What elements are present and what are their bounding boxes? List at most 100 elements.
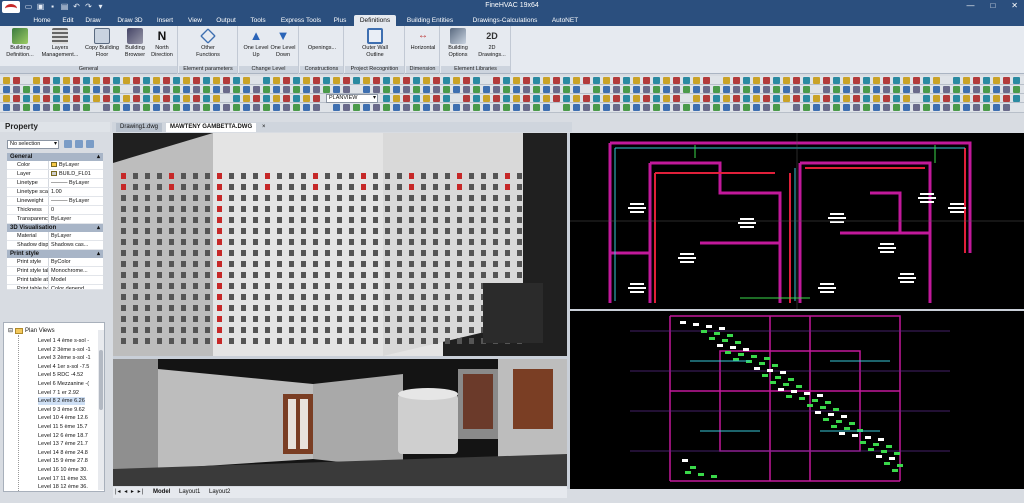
- toolbar-tool-icon[interactable]: [283, 95, 290, 102]
- toolbar-tool-icon[interactable]: [843, 86, 850, 93]
- toolbar-tool-icon[interactable]: [823, 77, 830, 84]
- tree-item-level[interactable]: Level 5 RDC -4.52: [38, 371, 83, 379]
- toolbar-tool-icon[interactable]: [393, 86, 400, 93]
- toolbar-tool-icon[interactable]: [143, 86, 150, 93]
- toolbar-tool-icon[interactable]: [733, 86, 740, 93]
- toolbar-tool-icon[interactable]: [453, 86, 460, 93]
- viewport-floor-plan[interactable]: [570, 133, 1024, 309]
- toolbar-tool-icon[interactable]: [523, 86, 530, 93]
- toolbar-tool-icon[interactable]: [333, 104, 340, 111]
- toolbar-tool-icon[interactable]: [853, 86, 860, 93]
- tree-item-level[interactable]: Level 18 12 ème 36.: [38, 483, 88, 491]
- tab-draw-3d[interactable]: Draw 3D: [113, 15, 147, 26]
- toolbar-tool-icon[interactable]: [53, 95, 60, 102]
- toolbar-tool-icon[interactable]: [493, 104, 500, 111]
- toolbar-tool-icon[interactable]: [483, 86, 490, 93]
- toolbar-tool-icon[interactable]: [503, 86, 510, 93]
- toolbar-tool-icon[interactable]: [113, 104, 120, 111]
- toolbar-tool-icon[interactable]: [933, 95, 940, 102]
- tree-item-level[interactable]: Level 9 3 ème 9.62: [38, 406, 85, 414]
- close-button[interactable]: ✕: [1011, 1, 1018, 10]
- toolbar-tool-icon[interactable]: [203, 77, 210, 84]
- toolbar-tool-icon[interactable]: [933, 77, 940, 84]
- toolbar-tool-icon[interactable]: [423, 95, 430, 102]
- one-level-down-button[interactable]: ▼ One Level Down: [269, 28, 297, 58]
- toolbar-tool-icon[interactable]: [243, 77, 250, 84]
- toolbar-tool-icon[interactable]: [593, 95, 600, 102]
- toolbar-tool-icon[interactable]: [643, 86, 650, 93]
- toolbar-tool-icon[interactable]: [93, 95, 100, 102]
- toolbar-tool-icon[interactable]: [923, 104, 930, 111]
- toolbar-tool-icon[interactable]: [23, 86, 30, 93]
- toolbar-tool-icon[interactable]: [843, 104, 850, 111]
- toolbar-tool-icon[interactable]: [353, 77, 360, 84]
- property-row[interactable]: Print table at... Model: [7, 276, 103, 285]
- toolbar-tool-icon[interactable]: [953, 95, 960, 102]
- toolbar-tool-icon[interactable]: [813, 95, 820, 102]
- toolbar-tool-icon[interactable]: [563, 77, 570, 84]
- toolbar-tool-icon[interactable]: [803, 104, 810, 111]
- toolbar-tool-icon[interactable]: [473, 86, 480, 93]
- toolbar-tool-icon[interactable]: [623, 86, 630, 93]
- toolbar-tool-icon[interactable]: [593, 104, 600, 111]
- property-row[interactable]: Linetype scale 1.00: [7, 188, 103, 197]
- toolbar-tool-icon[interactable]: [823, 86, 830, 93]
- toolbar-tool-icon[interactable]: [743, 95, 750, 102]
- maximize-button[interactable]: □: [990, 1, 995, 10]
- toolbar-tool-icon[interactable]: [993, 104, 1000, 111]
- toolbar-tool-icon[interactable]: [63, 77, 70, 84]
- toolbar-tool-icon[interactable]: [163, 104, 170, 111]
- toolbar-tool-icon[interactable]: [3, 77, 10, 84]
- toolbar-tool-icon[interactable]: [293, 77, 300, 84]
- toolbar-tool-icon[interactable]: [343, 86, 350, 93]
- toolbar-tool-icon[interactable]: [413, 77, 420, 84]
- toolbar-tool-icon[interactable]: [3, 86, 10, 93]
- openings-button[interactable]: Openings...: [304, 28, 340, 52]
- toolbar-tool-icon[interactable]: [373, 77, 380, 84]
- doc-tab-mawteny-gambetta[interactable]: MAWTENY GAMBETTA.DWG: [166, 123, 257, 132]
- toolbar-tool-icon[interactable]: [983, 104, 990, 111]
- toolbar-tool-icon[interactable]: [243, 86, 250, 93]
- toolbar-tool-icon[interactable]: [683, 104, 690, 111]
- tab-output[interactable]: Output: [212, 15, 240, 26]
- toolbar-tool-icon[interactable]: [713, 86, 720, 93]
- toolbar-tool-icon[interactable]: [313, 86, 320, 93]
- toolbar-tool-icon[interactable]: [773, 77, 780, 84]
- toolbar-tool-icon[interactable]: [83, 77, 90, 84]
- viewport-3d-interior[interactable]: [113, 359, 567, 486]
- toolbar-tool-icon[interactable]: [573, 104, 580, 111]
- property-row[interactable]: Layer BUILD_FL01: [7, 170, 103, 179]
- toolbar-tool-icon[interactable]: [543, 77, 550, 84]
- toolbar-tool-icon[interactable]: [563, 95, 570, 102]
- tree-item-level[interactable]: Level 6 Mezzanine -(: [38, 380, 89, 388]
- toolbar-tool-icon[interactable]: [713, 104, 720, 111]
- toolbar-tool-icon[interactable]: [873, 77, 880, 84]
- toolbar-tool-icon[interactable]: [843, 77, 850, 84]
- property-row[interactable]: Print style ByColor: [7, 258, 103, 267]
- tab-building-entities[interactable]: Building Entities: [402, 15, 458, 26]
- toolbar-tool-icon[interactable]: [883, 77, 890, 84]
- toolbar-tool-icon[interactable]: [293, 95, 300, 102]
- toolbar-tool-icon[interactable]: [753, 95, 760, 102]
- toolbar-tool-icon[interactable]: [993, 95, 1000, 102]
- toolbar-tool-icon[interactable]: [783, 95, 790, 102]
- tree-item-level[interactable]: Level 2 3ème s-sol -1: [38, 346, 91, 354]
- toolbar-tool-icon[interactable]: [103, 95, 110, 102]
- toolbar-tool-icon[interactable]: [643, 77, 650, 84]
- toolbar-tool-icon[interactable]: [433, 77, 440, 84]
- toolbar-tool-icon[interactable]: [693, 104, 700, 111]
- toolbar-tool-icon[interactable]: [553, 86, 560, 93]
- toolbar-tool-icon[interactable]: [393, 77, 400, 84]
- toolbar-tool-icon[interactable]: [763, 77, 770, 84]
- toolbar-tool-icon[interactable]: [943, 86, 950, 93]
- toolbar-tool-icon[interactable]: [863, 104, 870, 111]
- toolbar-tool-icon[interactable]: [653, 77, 660, 84]
- toolbar-tool-icon[interactable]: [193, 86, 200, 93]
- toolbar-tool-icon[interactable]: [623, 95, 630, 102]
- toolbar-tool-icon[interactable]: [893, 95, 900, 102]
- toolbar-tool-icon[interactable]: [83, 95, 90, 102]
- toolbar-tool-icon[interactable]: [73, 104, 80, 111]
- toolbar-tool-icon[interactable]: [803, 77, 810, 84]
- toggle-pickadd-icon[interactable]: [64, 140, 72, 148]
- toolbar-tool-icon[interactable]: [513, 77, 520, 84]
